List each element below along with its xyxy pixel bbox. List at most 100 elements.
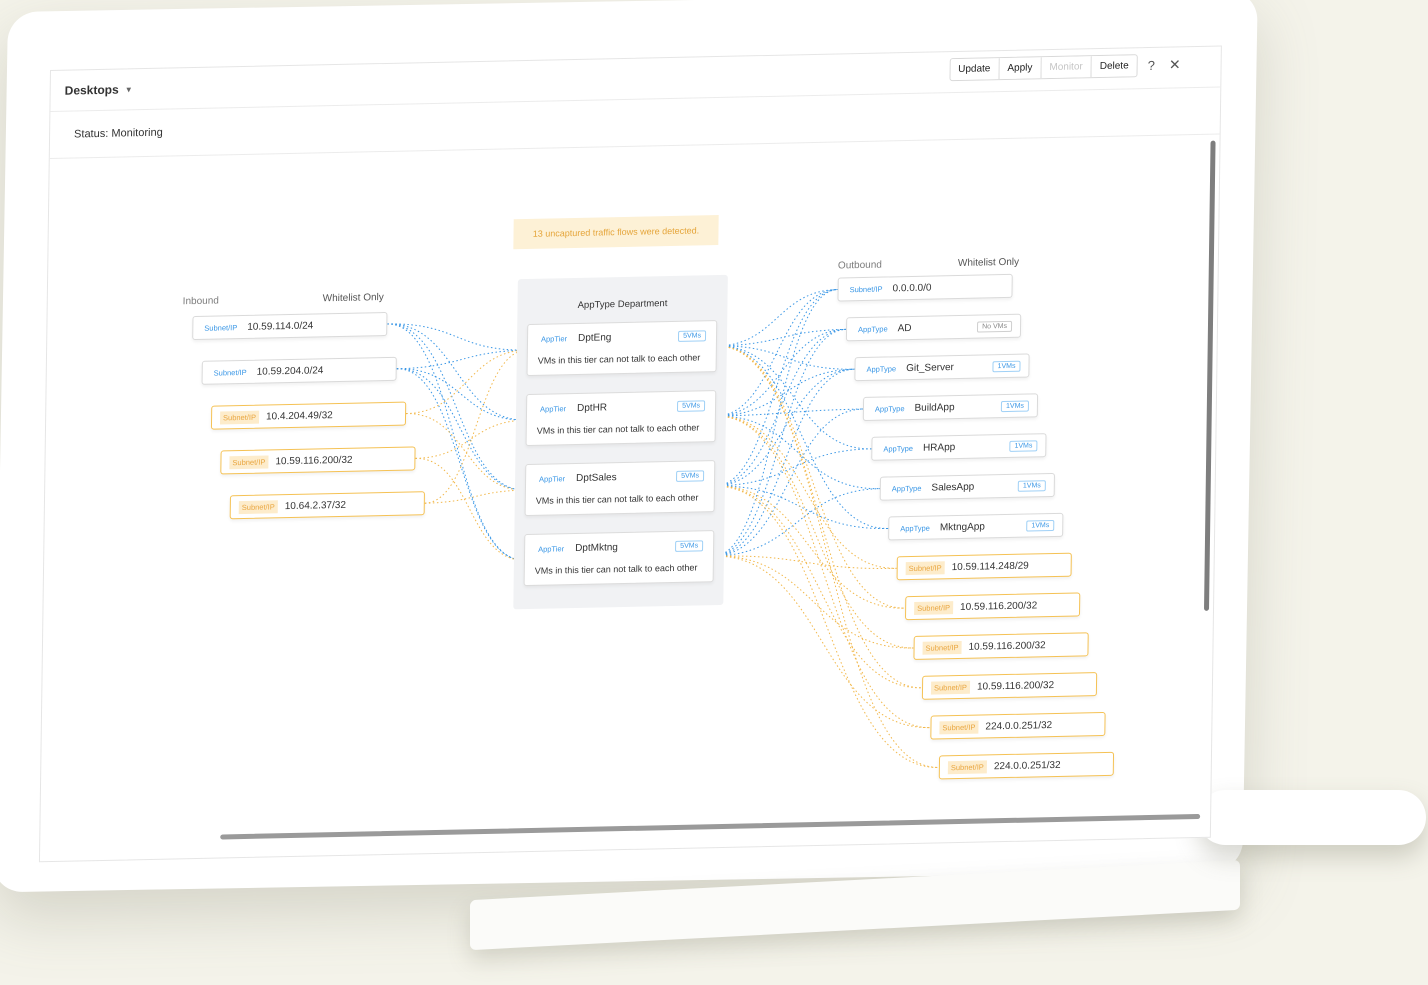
node-tag: Subnet/IP [229, 454, 269, 469]
vm-count-badge: 5VMs [676, 470, 705, 482]
delete-button[interactable]: Delete [1091, 55, 1137, 78]
tier-header: AppTier DptMktng 5VMs [535, 539, 704, 556]
tier-tag: AppTier [539, 474, 566, 484]
node-value: 10.64.2.37/32 [284, 499, 347, 512]
apply-button[interactable]: Apply [999, 57, 1042, 80]
outbound-node[interactable]: Subnet/IP 10.59.114.248/29 [896, 552, 1072, 581]
node-tag: Subnet/IP [219, 410, 260, 424]
vm-count-badge: 5VMs [678, 330, 707, 342]
node-tag: AppType [883, 443, 914, 454]
outbound-node[interactable]: Subnet/IP 10.59.116.200/32 [904, 592, 1081, 621]
tier-header: AppTier DptSales 5VMs [536, 469, 705, 486]
node-value: 10.59.116.200/32 [275, 454, 353, 467]
node-value: 224.0.0.251/32 [993, 759, 1061, 772]
flow-line [406, 349, 527, 415]
inbound-node[interactable]: Subnet/IP 10.64.2.37/32 [229, 491, 425, 520]
tier-name: DptSales [575, 472, 617, 485]
flow-line [387, 323, 524, 561]
node-tag: Subnet/IP [939, 720, 979, 734]
app-tier-card[interactable]: AppTier DptEng 5VMs VMs in this tier can no… [526, 320, 718, 377]
node-value: BuildApp [914, 401, 955, 414]
help-icon[interactable]: ? [1148, 58, 1155, 73]
tier-tag: AppTier [538, 544, 565, 554]
node-value: MktngApp [939, 520, 985, 533]
node-tag: Subnet/IP [947, 759, 987, 774]
inbound-node[interactable]: Subnet/IP 10.59.114.0/24 [192, 311, 388, 341]
apptype-title: AppType Department [577, 298, 668, 311]
tier-description: VMs in this tier can not talk to each ot… [534, 562, 698, 576]
node-tag: Subnet/IP [849, 284, 883, 294]
flow-line [713, 368, 855, 557]
app-tier-card[interactable]: AppTier DptMktng 5VMs VMs in this tier can … [523, 530, 715, 587]
app-tier-card[interactable]: AppTier DptSales 5VMs VMs in this tier can … [524, 460, 716, 517]
update-button[interactable]: Update [950, 58, 1000, 81]
outbound-node[interactable]: AppType Git_Server 1VMs [854, 353, 1030, 382]
tier-description: VMs in this tier can not talk to each ot… [535, 492, 699, 506]
node-value: 10.59.116.200/32 [968, 639, 1046, 653]
inbound-mode[interactable]: Whitelist Only [323, 292, 384, 304]
outbound-node[interactable]: Subnet/IP 10.59.116.200/32 [921, 672, 1098, 700]
node-tag: Subnet/IP [922, 640, 962, 655]
node-value: 0.0.0.0/0 [892, 282, 932, 294]
flow-line [415, 419, 526, 459]
node-tag: AppType [866, 363, 897, 374]
outbound-node[interactable]: AppType HRApp 1VMs [871, 433, 1047, 461]
outbound-title: Outbound [837, 259, 882, 272]
tier-name: DptEng [577, 332, 612, 344]
node-tag: Subnet/IP [905, 560, 945, 575]
tier-name: DptHR [576, 402, 608, 414]
outbound-node[interactable]: Subnet/IP 224.0.0.251/32 [938, 751, 1115, 780]
node-value: Git_Server [906, 361, 954, 374]
inbound-node[interactable]: Subnet/IP 10.4.204.49/32 [210, 401, 407, 430]
node-value: 224.0.0.251/32 [985, 719, 1053, 732]
tier-description: VMs in this tier can not talk to each ot… [536, 422, 700, 436]
node-value: 10.59.116.200/32 [976, 679, 1055, 693]
node-tag: Subnet/IP [213, 367, 247, 378]
node-tag: Subnet/IP [238, 499, 278, 514]
context-label: Desktops [64, 82, 119, 98]
outbound-node[interactable]: Subnet/IP 0.0.0.0/0 [837, 273, 1013, 302]
policy-canvas: 13 uncaptured traffic flows were detecte… [40, 134, 1220, 849]
flow-line [713, 328, 847, 557]
inbound-node[interactable]: Subnet/IP 10.59.204.0/24 [201, 356, 397, 385]
flow-line [396, 368, 525, 491]
mouse [1198, 790, 1426, 845]
vm-count-badge: 1VMs [1026, 519, 1055, 532]
flow-line [415, 457, 524, 561]
node-tag: Subnet/IP [204, 322, 238, 333]
node-tag: AppType [900, 523, 930, 533]
vm-count-badge: 1VMs [1017, 479, 1046, 492]
flow-line [713, 555, 914, 649]
tier-description: VMs in this tier can not talk to each ot… [537, 352, 701, 366]
outbound-node[interactable]: AppType AD No VMs [845, 313, 1022, 342]
uncaptured-flows-banner[interactable]: 13 uncaptured traffic flows were detecte… [513, 215, 719, 250]
outbound-node[interactable]: Subnet/IP 224.0.0.251/32 [930, 711, 1106, 740]
node-value: 10.59.204.0/24 [256, 364, 324, 378]
node-value: 10.4.204.49/32 [265, 409, 333, 423]
outbound-node[interactable]: Subnet/IP 10.59.116.200/32 [913, 632, 1089, 660]
vm-count-badge: 1VMs [992, 360, 1021, 372]
node-value: AD [897, 322, 912, 334]
context-selector[interactable]: Desktops ▼ [64, 82, 133, 98]
outbound-node[interactable]: AppType BuildApp 1VMs [862, 393, 1039, 422]
app-tier-card[interactable]: AppTier DptHR 5VMs VMs in this tier can not… [525, 390, 717, 447]
flow-line [716, 289, 838, 347]
apptype-group: AppType Department AppTier DptEng 5VMs VMs … [513, 274, 728, 610]
inbound-title: Inbound [182, 295, 219, 308]
flow-line [716, 345, 872, 450]
flow-line [715, 328, 847, 417]
tier-name: DptMktng [575, 542, 618, 555]
close-icon[interactable]: ✕ [1169, 56, 1181, 73]
chevron-down-icon: ▼ [124, 84, 133, 94]
flow-line [716, 345, 855, 370]
flow-line [424, 349, 527, 504]
outbound-mode[interactable]: Whitelist Only [958, 257, 1019, 269]
outbound-node[interactable]: AppType SalesApp 1VMs [879, 472, 1055, 501]
outbound-node[interactable]: AppType MktngApp 1VMs [888, 512, 1064, 541]
monitor-button[interactable]: Monitor [1041, 56, 1092, 79]
node-value: 10.59.116.200/32 [960, 599, 1038, 613]
inbound-node[interactable]: Subnet/IP 10.59.116.200/32 [220, 446, 416, 475]
vm-count-badge: 5VMs [677, 400, 706, 412]
vm-count-badge: 1VMs [1000, 400, 1030, 412]
action-button-group: Update Apply Monitor Delete [948, 54, 1138, 82]
